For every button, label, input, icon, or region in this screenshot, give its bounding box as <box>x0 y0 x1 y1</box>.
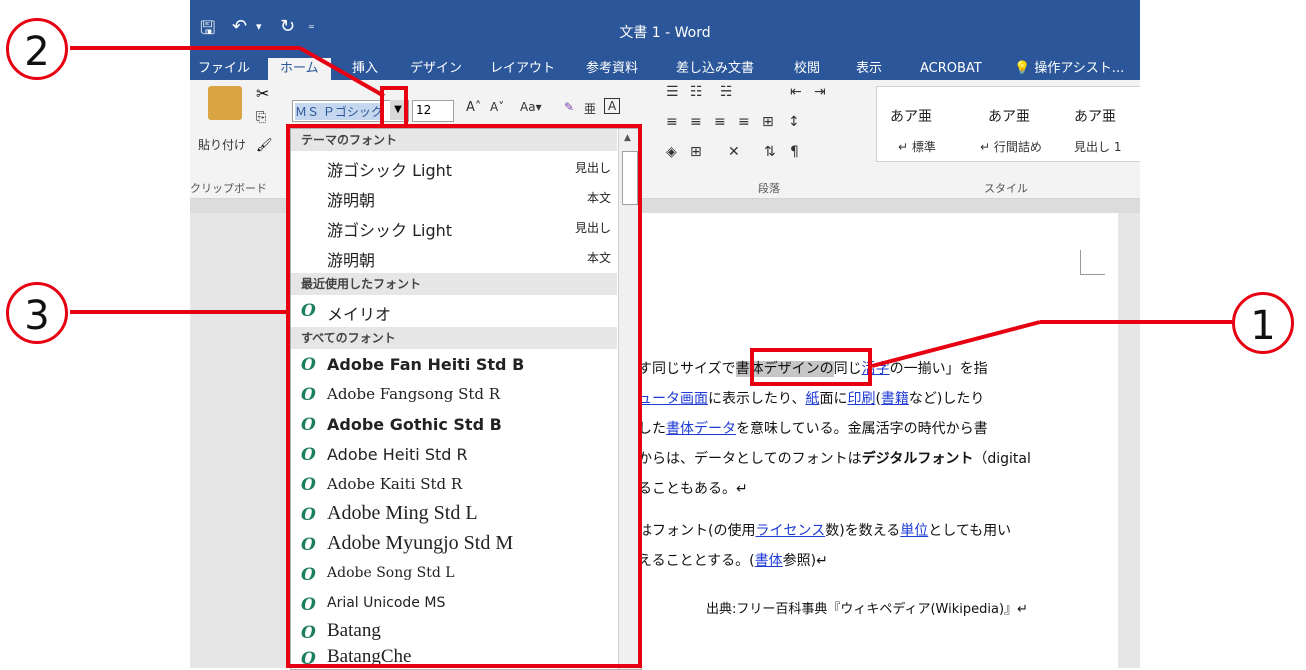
annotation-leader-lines <box>70 46 1232 368</box>
annotation-number-3: 3 <box>6 282 68 344</box>
annotation-number-1: 1 <box>1232 292 1294 354</box>
annotation-number-2: 2 <box>6 18 68 80</box>
